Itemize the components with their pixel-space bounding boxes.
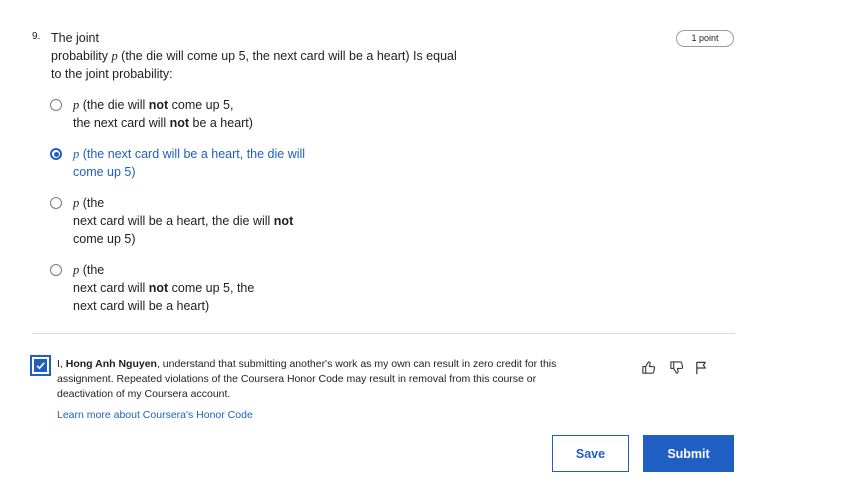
question-line-1: The joint xyxy=(51,31,99,45)
flag-icon[interactable] xyxy=(693,359,709,375)
option-label[interactable]: p (the die will not come up 5, the next … xyxy=(73,96,373,132)
option-text: (the xyxy=(79,196,105,210)
honor-code-statement: I, Hong Anh Nguyen, understand that subm… xyxy=(57,357,557,402)
option-text: (the xyxy=(79,263,105,277)
option-label[interactable]: p (the next card will be a heart, the di… xyxy=(73,145,373,181)
honor-prefix: I, xyxy=(57,358,66,370)
question-line-2: probability p (the die will come up 5, t… xyxy=(51,47,481,65)
thumbs-up-icon[interactable] xyxy=(640,359,656,375)
option-text: (the next card will be a heart, the die … xyxy=(79,147,306,161)
question-text-pre: probability xyxy=(51,49,112,63)
honor-code-checkbox[interactable] xyxy=(30,355,51,376)
option-emphasis: not xyxy=(148,281,169,295)
option-text: come up 5) xyxy=(73,232,136,246)
radio-button[interactable] xyxy=(50,99,62,111)
question-text-post: (the die will come up 5, the next card w… xyxy=(117,49,457,63)
option-text: next card will xyxy=(73,281,149,295)
option-emphasis: not xyxy=(273,214,294,228)
option-text: come up 5, xyxy=(168,98,234,112)
option-text: next card will be a heart, the die will xyxy=(73,214,274,228)
option-label[interactable]: p (the next card will not come up 5, the… xyxy=(73,261,373,315)
learner-name: Hong Anh Nguyen xyxy=(65,358,157,370)
option-emphasis: not xyxy=(169,116,190,130)
option-text: (the die will xyxy=(79,98,149,112)
question-text: The joint probability p (the die will co… xyxy=(51,29,481,83)
points-badge: 1 point xyxy=(676,30,734,47)
honor-code-link[interactable]: Learn more about Coursera's Honor Code xyxy=(57,408,253,422)
thumbs-down-icon[interactable] xyxy=(668,359,684,375)
checkmark-icon xyxy=(34,359,47,372)
divider xyxy=(32,333,735,334)
radio-button[interactable] xyxy=(50,264,62,276)
question-number: 9. xyxy=(32,31,41,42)
save-button[interactable]: Save xyxy=(552,435,629,472)
option-text: next card will be a heart) xyxy=(73,299,210,313)
option-text: the next card will xyxy=(73,116,170,130)
option-text: be a heart) xyxy=(189,116,253,130)
option-emphasis: not xyxy=(148,98,169,112)
option-text: come up 5) xyxy=(73,165,136,179)
option-text: come up 5, the xyxy=(168,281,255,295)
submit-button[interactable]: Submit xyxy=(643,435,734,472)
radio-button[interactable] xyxy=(50,197,62,209)
question-line-3: to the joint probability: xyxy=(51,67,173,81)
radio-button-selected[interactable] xyxy=(50,148,62,160)
option-label[interactable]: p (the next card will be a heart, the di… xyxy=(73,194,373,248)
